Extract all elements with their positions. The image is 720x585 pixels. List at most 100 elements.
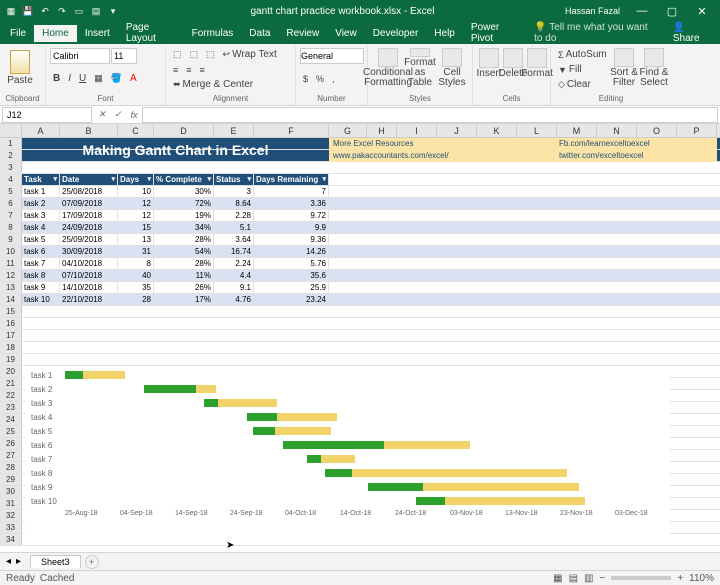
row-header[interactable]: 25 (0, 426, 22, 437)
cell[interactable]: 35.6 (254, 270, 329, 281)
row-header[interactable]: 9 (0, 234, 22, 245)
comma-button[interactable]: , (329, 73, 338, 85)
tab-page-layout[interactable]: Page Layout (118, 19, 184, 47)
tab-formulas[interactable]: Formulas (184, 25, 242, 42)
align-right-button[interactable]: ≡ (197, 64, 208, 76)
cell[interactable]: 9.9 (254, 222, 329, 233)
row-header[interactable]: 28 (0, 462, 22, 473)
fx-icon[interactable]: fx (126, 110, 142, 120)
fill-color-button[interactable]: 🪣 (108, 72, 125, 85)
view-page-icon[interactable]: ▤ (569, 573, 578, 584)
cell[interactable]: 07/10/2018 (60, 270, 118, 281)
cell-styles-button[interactable]: Cell Styles (436, 48, 468, 88)
tab-developer[interactable]: Developer (365, 25, 427, 42)
minimize-button[interactable]: ― (628, 5, 656, 18)
col-header[interactable]: A (22, 124, 60, 137)
cell[interactable]: 17% (154, 294, 214, 305)
cell[interactable]: 7 (254, 186, 329, 197)
tab-data[interactable]: Data (241, 25, 278, 42)
tab-review[interactable]: Review (278, 25, 327, 42)
row-header[interactable]: 17 (0, 330, 22, 341)
cell[interactable]: 30/09/2018 (60, 246, 118, 257)
cell[interactable]: 07/09/2018 (60, 198, 118, 209)
tab-insert[interactable]: Insert (77, 25, 118, 42)
bold-button[interactable]: B (50, 72, 63, 85)
col-header[interactable]: H (367, 124, 397, 137)
col-header[interactable]: B (60, 124, 118, 137)
row-header[interactable]: 4 (0, 174, 22, 185)
row-header[interactable]: 10 (0, 246, 22, 257)
tab-help[interactable]: Help (426, 25, 463, 42)
cell[interactable]: task 5 (22, 234, 60, 245)
row-header[interactable]: 1 (0, 138, 22, 149)
cell[interactable]: 35 (118, 282, 154, 293)
cell[interactable]: 9.72 (254, 210, 329, 221)
cell[interactable]: More Excel Resourceswww.pakaccountants.c… (329, 138, 557, 162)
gantt-chart[interactable]: task 1task 2task 3task 4task 5task 6task… (25, 368, 670, 541)
cell[interactable]: 10 (118, 186, 154, 197)
row-header[interactable]: 24 (0, 414, 22, 425)
new-icon[interactable]: ▭ (72, 4, 86, 18)
cell[interactable]: 19% (154, 210, 214, 221)
row-header[interactable]: 22 (0, 390, 22, 401)
gantt-bar-remaining[interactable] (83, 371, 125, 379)
cell[interactable]: Making Gantt Chart in Excel (22, 138, 329, 162)
row-header[interactable]: 5 (0, 186, 22, 197)
enter-icon[interactable]: ✓ (110, 109, 126, 120)
number-format-select[interactable] (300, 48, 364, 64)
cell[interactable]: Status▾ (214, 174, 254, 185)
sort-filter-button[interactable]: Sort & Filter (609, 48, 639, 88)
zoom-slider[interactable] (611, 576, 671, 580)
view-normal-icon[interactable]: ▦ (553, 573, 562, 584)
align-bot-button[interactable]: ⬚ (203, 48, 218, 61)
underline-button[interactable]: U (76, 72, 89, 85)
cell[interactable]: 17/09/2018 (60, 210, 118, 221)
row-header[interactable]: 26 (0, 438, 22, 449)
cell[interactable]: 23.24 (254, 294, 329, 305)
col-header[interactable]: F (254, 124, 329, 137)
cell[interactable]: 11% (154, 270, 214, 281)
cell[interactable]: 28% (154, 258, 214, 269)
row-header[interactable]: 14 (0, 294, 22, 305)
cell[interactable]: 54% (154, 246, 214, 257)
cell[interactable]: 8 (118, 258, 154, 269)
cell[interactable]: task 10 (22, 294, 60, 305)
wrap-text-button[interactable]: ↩ Wrap Text (220, 48, 280, 61)
format-button[interactable]: Format (525, 48, 549, 88)
font-name-input[interactable] (50, 48, 110, 64)
filter-icon[interactable]: ▾ (147, 174, 151, 185)
cell[interactable]: Date▾ (60, 174, 118, 185)
cell[interactable]: 8.64 (214, 198, 254, 209)
worksheet[interactable]: ABCDEFGHIJKLMNOP 1Making Gantt Chart in … (0, 124, 720, 556)
cell[interactable]: 26% (154, 282, 214, 293)
cell[interactable]: task 1 (22, 186, 60, 197)
gantt-bar-remaining[interactable] (196, 385, 216, 393)
cell[interactable]: 14.26 (254, 246, 329, 257)
undo-icon[interactable]: ↶ (38, 4, 52, 18)
row-header[interactable]: 31 (0, 498, 22, 509)
gantt-bar-done[interactable] (416, 497, 445, 505)
find-select-button[interactable]: Find & Select (639, 48, 669, 88)
cell[interactable]: 9.1 (214, 282, 254, 293)
cell[interactable]: Days Remaining▾ (254, 174, 329, 185)
zoom-out-button[interactable]: − (599, 573, 605, 584)
cell[interactable]: 31 (118, 246, 154, 257)
cell[interactable]: 34% (154, 222, 214, 233)
cell[interactable]: 14/10/2018 (60, 282, 118, 293)
gantt-bar-remaining[interactable] (218, 399, 277, 407)
cell[interactable]: task 4 (22, 222, 60, 233)
col-header[interactable]: M (557, 124, 597, 137)
cell[interactable]: 16.74 (214, 246, 254, 257)
merge-center-button[interactable]: ⬌ Merge & Center (170, 78, 256, 91)
align-left-button[interactable]: ≡ (170, 64, 181, 76)
cell[interactable]: task 9 (22, 282, 60, 293)
cell[interactable]: 9.36 (254, 234, 329, 245)
row-header[interactable]: 32 (0, 510, 22, 521)
percent-button[interactable]: % (313, 73, 327, 85)
gantt-bar-done[interactable] (283, 441, 384, 449)
cell[interactable]: 12 (118, 198, 154, 209)
col-header[interactable]: N (597, 124, 637, 137)
cell[interactable]: 5.1 (214, 222, 254, 233)
row-header[interactable]: 12 (0, 270, 22, 281)
cell[interactable]: 22/10/2018 (60, 294, 118, 305)
